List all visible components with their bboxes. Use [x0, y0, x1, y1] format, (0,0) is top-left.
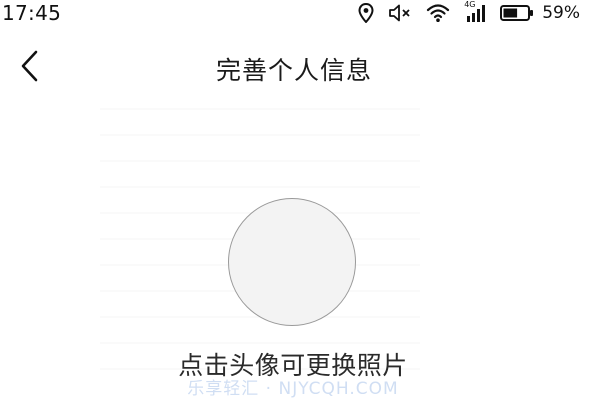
status-bar: 17:45 4G 59%: [0, 0, 598, 28]
status-time: 17:45: [2, 1, 62, 25]
speaker-muted-icon: [388, 3, 412, 23]
location-pin-icon: [358, 3, 374, 23]
wifi-icon: [426, 3, 450, 23]
watermark-text: 乐享轻汇 · NJYCQH.COM: [187, 379, 399, 399]
avatar-button[interactable]: [228, 198, 356, 326]
status-icons: 4G 59%: [344, 0, 580, 24]
network-type-label: 4G: [464, 0, 476, 9]
nav-header: 完善个人信息: [0, 40, 598, 96]
page-title: 完善个人信息: [215, 56, 372, 85]
cellular-signal-icon: 4G: [464, 0, 486, 23]
app-screen: 17:45 4G 59% 完善个人信息 点击头像可更换照片 乐享轻汇 · NJY…: [0, 0, 598, 409]
battery-percent: 59%: [542, 3, 580, 23]
battery-icon: [500, 3, 534, 23]
